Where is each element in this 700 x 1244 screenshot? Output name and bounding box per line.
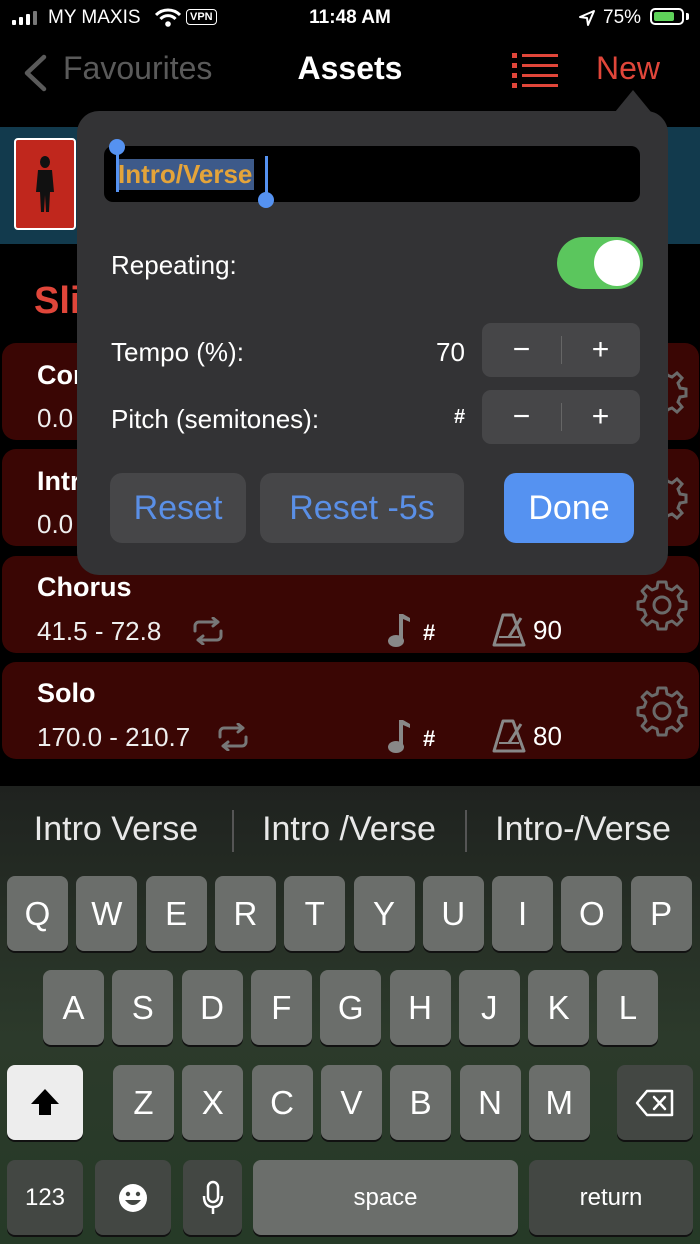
page-title: Assets bbox=[297, 50, 403, 86]
popover-arrow bbox=[615, 90, 651, 112]
reset-button[interactable]: Reset bbox=[110, 473, 246, 543]
battery-icon bbox=[650, 8, 684, 25]
key-p[interactable]: P bbox=[630, 876, 692, 951]
emoji-icon bbox=[119, 1184, 147, 1212]
status-bar: MY MAXIS VPN 11:48 AM 75% bbox=[0, 0, 700, 36]
section-name-value[interactable]: Intro/Verse bbox=[116, 159, 255, 190]
tempo-value: 80 bbox=[533, 721, 562, 751]
key-y[interactable]: Y bbox=[353, 876, 415, 951]
tempo-label: Tempo (%): bbox=[111, 337, 244, 367]
pitch-value: # bbox=[423, 620, 436, 645]
music-note-icon bbox=[388, 614, 410, 647]
pitch-value: # bbox=[423, 726, 436, 751]
key-d[interactable]: D bbox=[181, 970, 243, 1045]
new-button[interactable]: New bbox=[596, 50, 660, 87]
key-e[interactable]: E bbox=[145, 876, 207, 951]
repeating-label: Repeating: bbox=[111, 250, 237, 280]
metronome-icon bbox=[492, 613, 526, 647]
key-v[interactable]: V bbox=[320, 1065, 382, 1140]
microphone-icon bbox=[202, 1180, 223, 1214]
return-key[interactable]: return bbox=[529, 1160, 693, 1235]
gear-icon[interactable] bbox=[636, 685, 688, 737]
pitch-decrement-button[interactable]: − bbox=[482, 390, 561, 444]
metronome-icon bbox=[492, 719, 526, 753]
numbers-key[interactable]: 123 bbox=[7, 1160, 83, 1235]
dictation-key[interactable] bbox=[183, 1160, 242, 1235]
key-g[interactable]: G bbox=[320, 970, 382, 1045]
section-title: Sli bbox=[34, 280, 81, 322]
row-range: 170.0 - 210.7 bbox=[37, 722, 191, 752]
suggestion-2[interactable]: Intro /Verse bbox=[240, 810, 458, 849]
done-button[interactable]: Done bbox=[504, 473, 634, 543]
suggestion-divider bbox=[232, 810, 234, 852]
tempo-decrement-button[interactable]: − bbox=[482, 323, 561, 377]
selection-start-grip[interactable] bbox=[109, 139, 125, 155]
key-k[interactable]: K bbox=[528, 970, 590, 1045]
row-range: 0.0 bbox=[37, 509, 74, 539]
battery-cap bbox=[686, 13, 689, 20]
key-n[interactable]: N bbox=[459, 1065, 521, 1140]
emoji-key[interactable] bbox=[95, 1160, 171, 1235]
key-s[interactable]: S bbox=[112, 970, 174, 1045]
list-item[interactable]: Solo 170.0 - 210.7 bbox=[2, 662, 699, 759]
tempo-value: 90 bbox=[533, 615, 562, 645]
key-w[interactable]: W bbox=[76, 876, 138, 951]
selection-end-handle[interactable] bbox=[265, 156, 268, 194]
repeating-toggle[interactable] bbox=[557, 237, 643, 289]
key-z[interactable]: Z bbox=[113, 1065, 174, 1140]
reset-5s-button[interactable]: Reset -5s bbox=[260, 473, 464, 543]
key-m[interactable]: M bbox=[528, 1065, 590, 1140]
key-o[interactable]: O bbox=[561, 876, 623, 951]
key-h[interactable]: H bbox=[389, 970, 451, 1045]
suggestion-1[interactable]: Intro Verse bbox=[10, 810, 222, 849]
key-a[interactable]: A bbox=[43, 970, 104, 1045]
row-range: 0.0 bbox=[37, 403, 74, 433]
navigation-bar: Favourites Assets New bbox=[0, 36, 700, 110]
asset-thumbnail[interactable] bbox=[14, 138, 76, 230]
repeat-icon bbox=[218, 723, 248, 751]
row-title: Chorus bbox=[37, 572, 132, 602]
music-note-icon bbox=[388, 720, 410, 753]
shift-icon bbox=[31, 1089, 59, 1115]
key-b[interactable]: B bbox=[390, 1065, 452, 1140]
key-f[interactable]: F bbox=[250, 970, 312, 1045]
key-c[interactable]: C bbox=[251, 1065, 313, 1140]
tempo-value-readout: 70 bbox=[436, 337, 465, 367]
row-title: Solo bbox=[37, 678, 96, 708]
gear-icon[interactable] bbox=[636, 579, 688, 631]
backspace-icon bbox=[635, 1089, 674, 1117]
pitch-increment-button[interactable]: + bbox=[561, 390, 640, 444]
row-title: Intr bbox=[37, 466, 81, 496]
delete-key[interactable] bbox=[617, 1065, 693, 1140]
location-arrow-icon bbox=[579, 10, 595, 26]
tempo-increment-button[interactable]: + bbox=[561, 323, 640, 377]
shift-key[interactable] bbox=[7, 1065, 83, 1140]
key-l[interactable]: L bbox=[597, 970, 659, 1045]
tempo-stepper[interactable]: − + bbox=[482, 323, 640, 377]
pitch-value-readout: # bbox=[454, 406, 466, 428]
artist-silhouette-icon bbox=[36, 156, 54, 212]
suggestion-divider bbox=[465, 810, 467, 852]
battery-percent: 75% bbox=[603, 7, 642, 28]
list-icon[interactable] bbox=[512, 52, 558, 88]
space-key[interactable]: space bbox=[253, 1160, 518, 1235]
selection-start-handle[interactable] bbox=[116, 154, 119, 192]
key-r[interactable]: R bbox=[214, 876, 276, 951]
key-x[interactable]: X bbox=[182, 1065, 244, 1140]
selection-end-grip[interactable] bbox=[258, 192, 274, 208]
repeat-icon bbox=[193, 617, 223, 645]
key-i[interactable]: I bbox=[492, 876, 554, 951]
key-t[interactable]: T bbox=[284, 876, 346, 951]
suggestion-3[interactable]: Intro-/Verse bbox=[472, 810, 694, 849]
pitch-label: Pitch (semitones): bbox=[111, 404, 320, 434]
key-q[interactable]: Q bbox=[7, 876, 68, 951]
key-u[interactable]: U bbox=[422, 876, 484, 951]
row-range: 41.5 - 72.8 bbox=[37, 616, 162, 646]
pitch-stepper[interactable]: − + bbox=[482, 390, 640, 444]
key-j[interactable]: J bbox=[458, 970, 520, 1045]
